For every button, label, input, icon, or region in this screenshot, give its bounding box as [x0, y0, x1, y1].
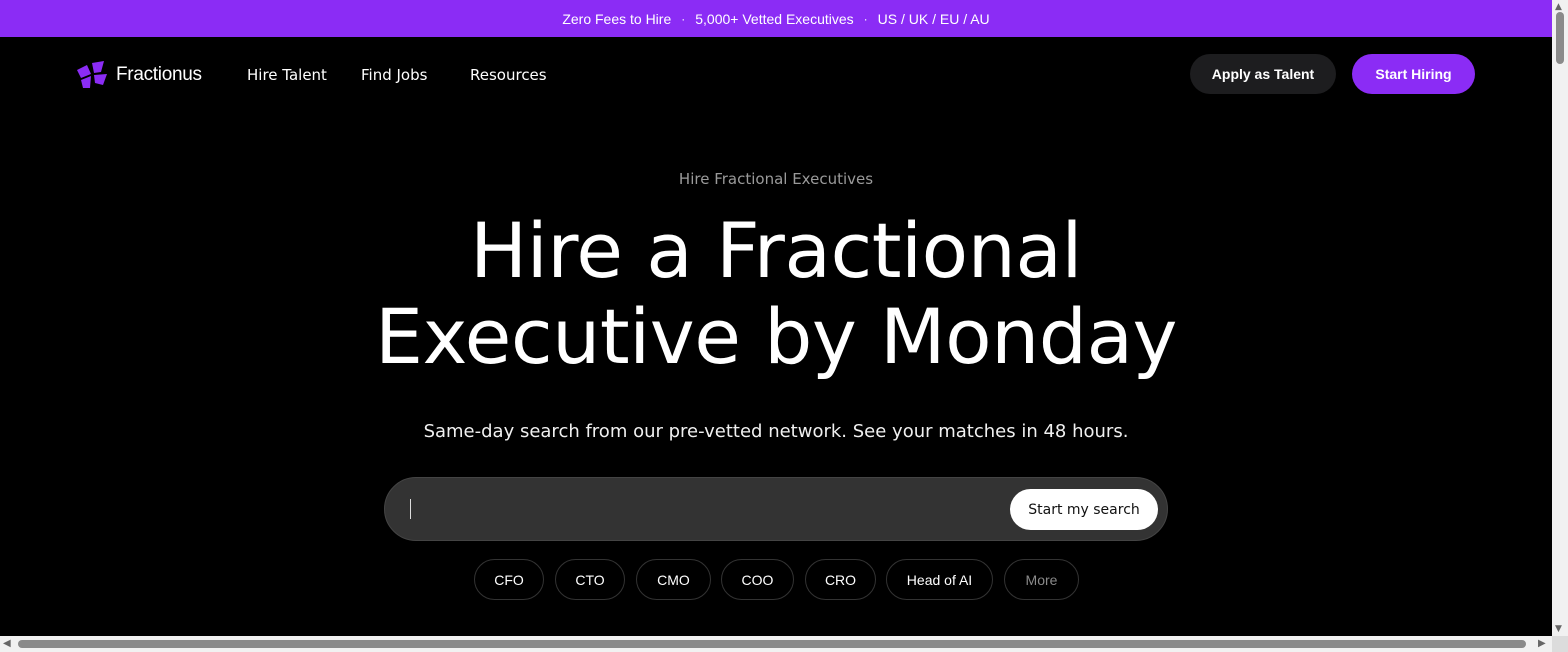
hero-headline-line-2: Executive by Monday	[374, 292, 1178, 381]
role-chip-cmo[interactable]: CMO	[636, 559, 711, 600]
hero-eyebrow: Hire Fractional Executives	[678, 170, 874, 188]
search-bar: Start my search	[384, 477, 1168, 541]
scrollbar-corner	[1552, 636, 1568, 652]
role-chip-coo[interactable]: COO	[721, 559, 794, 600]
top-nav: Fractionus Hire Talent Find Jobs Resourc…	[0, 37, 1552, 112]
announcement-separator: ·	[863, 11, 868, 26]
scroll-down-arrow-icon[interactable]: ▼	[1555, 624, 1562, 634]
announcement-bar: Zero Fees to Hire · 5,000+ Vetted Execut…	[0, 0, 1552, 37]
nav-link-hire-talent[interactable]: Hire Talent	[247, 66, 327, 84]
announcement-item-regions: US / UK / EU / AU	[877, 10, 990, 27]
hero-headline-line-1: Hire a Fractional	[469, 206, 1083, 295]
brand-name: Fractionus	[116, 63, 202, 85]
nav-link-resources[interactable]: Resources	[470, 66, 547, 84]
role-chip-more[interactable]: More	[1004, 559, 1079, 600]
vertical-scrollbar[interactable]: ▲ ▼	[1552, 0, 1568, 636]
fractionus-logo-icon	[77, 61, 107, 88]
scroll-right-arrow-icon[interactable]: ▶	[1538, 638, 1546, 650]
nav-link-find-jobs[interactable]: Find Jobs	[361, 66, 427, 84]
announcement-item-fees: Zero Fees to Hire	[562, 10, 672, 27]
role-chip-cfo[interactable]: CFO	[474, 559, 544, 600]
brand-logo[interactable]: Fractionus	[77, 61, 202, 88]
start-hiring-button[interactable]: Start Hiring	[1352, 54, 1475, 94]
announcement-separator: ·	[681, 11, 686, 26]
role-chip-head-of-ai[interactable]: Head of AI	[886, 559, 993, 600]
vertical-scroll-thumb[interactable]	[1556, 12, 1564, 64]
start-search-button[interactable]: Start my search	[1010, 489, 1158, 530]
search-input[interactable]	[407, 492, 997, 526]
horizontal-scrollbar[interactable]: ◀ ▶	[0, 636, 1552, 652]
horizontal-scroll-thumb[interactable]	[18, 640, 1526, 648]
role-chip-cto[interactable]: CTO	[555, 559, 625, 600]
text-cursor	[410, 499, 411, 519]
hero-subheadline: Same-day search from our pre-vetted netw…	[423, 421, 1129, 442]
scroll-up-arrow-icon[interactable]: ▲	[1555, 2, 1562, 12]
announcement-item-executives: 5,000+ Vetted Executives	[695, 10, 854, 27]
apply-as-talent-button[interactable]: Apply as Talent	[1190, 54, 1336, 94]
hero-headline: Hire a Fractional Executive by Monday	[0, 208, 1552, 380]
role-chip-cro[interactable]: CRO	[805, 559, 876, 600]
scroll-left-arrow-icon[interactable]: ◀	[3, 638, 11, 650]
